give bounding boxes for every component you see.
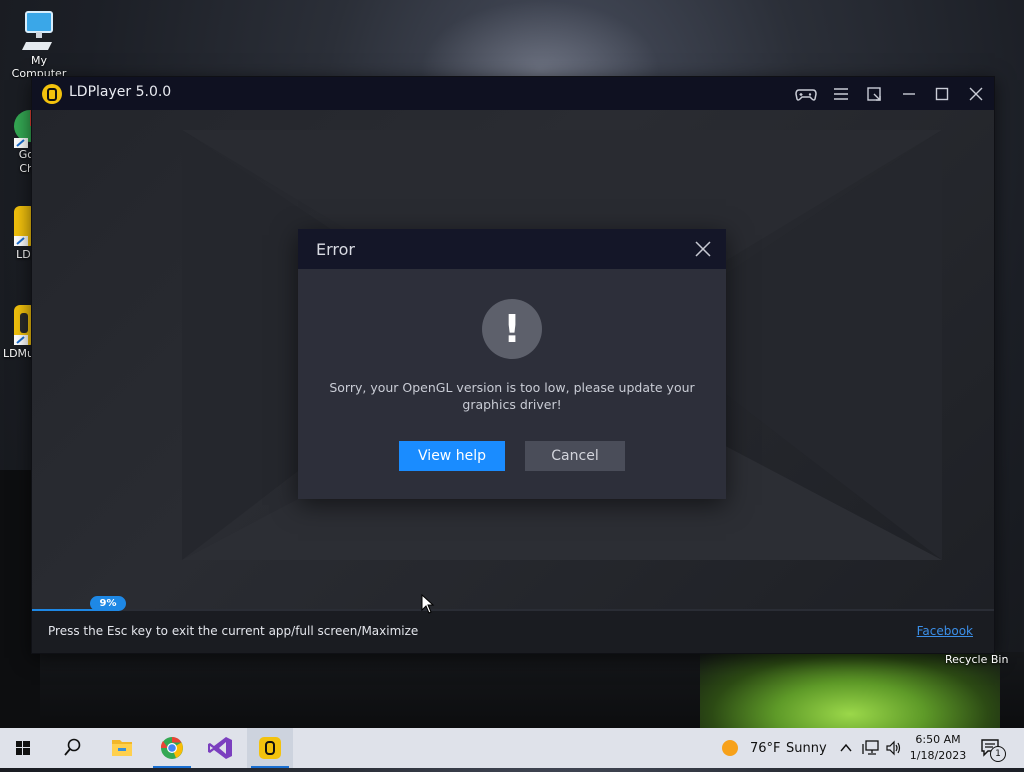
- exclamation-mark: !: [503, 307, 521, 351]
- taskbar-clock[interactable]: 6:50 AM 1/18/2023: [905, 732, 971, 764]
- ldplayer-icon: [0, 204, 36, 248]
- start-icon[interactable]: [0, 728, 46, 768]
- facebook-link[interactable]: Facebook: [917, 624, 973, 638]
- desktop-icon-label: Go Ch: [18, 148, 34, 175]
- window-titlebar[interactable]: LDPlayer 5.0.0: [32, 77, 994, 110]
- file-explorer-icon[interactable]: [99, 728, 145, 768]
- chrome-icon: [0, 106, 46, 148]
- ldmultiplayer-icon: [0, 303, 36, 347]
- visual-studio-icon[interactable]: [198, 728, 244, 768]
- chevron-up-icon[interactable]: [839, 741, 853, 755]
- esc-hint-text: Press the Esc key to exit the current ap…: [48, 624, 419, 638]
- error-dialog: Error ! Sorry, your OpenGL version is to…: [298, 229, 726, 499]
- volume-icon[interactable]: [885, 740, 903, 756]
- notification-center-icon[interactable]: 1: [980, 738, 1010, 762]
- desktop-icon-my-computer[interactable]: My Computer: [2, 8, 76, 80]
- network-icon[interactable]: [862, 740, 880, 756]
- desktop-icon-label: LDMu: [2, 347, 34, 360]
- dialog-close-icon[interactable]: [692, 238, 714, 260]
- resize-icon[interactable]: [861, 81, 887, 107]
- desktop-icon-chrome[interactable]: Go Ch: [0, 106, 46, 176]
- taskbar: 76°F Sunny 6:50 AM 1/18/2023 1: [0, 728, 1024, 768]
- mouse-cursor-icon: [421, 594, 435, 614]
- gamepad-icon[interactable]: [793, 81, 819, 107]
- minimize-icon[interactable]: [896, 81, 922, 107]
- desktop-icon-ldplayer[interactable]: LDI: [0, 204, 36, 261]
- close-icon[interactable]: [963, 81, 989, 107]
- window-title: LDPlayer 5.0.0: [69, 84, 172, 100]
- desktop-icon-recycle-bin[interactable]: Recycle Bin: [945, 653, 1008, 666]
- menu-icon[interactable]: [828, 81, 854, 107]
- ldplayer-logo-icon: [42, 84, 62, 104]
- clock-date: 1/18/2023: [909, 749, 967, 762]
- search-icon[interactable]: [49, 728, 95, 768]
- desktop-icon-ldmultiplayer[interactable]: LDMu: [0, 303, 36, 360]
- weather-condition[interactable]: Sunny: [786, 741, 827, 756]
- exclamation-icon: !: [482, 299, 542, 359]
- dialog-title: Error: [316, 240, 355, 259]
- weather-temperature[interactable]: 76°F: [750, 741, 781, 756]
- dialog-header[interactable]: Error: [298, 229, 726, 269]
- ldplayer-icon[interactable]: [247, 728, 293, 768]
- cancel-button[interactable]: Cancel: [525, 441, 625, 471]
- computer-icon: [22, 8, 56, 54]
- window-footer: Press the Esc key to exit the current ap…: [32, 611, 994, 653]
- clock-time: 6:50 AM: [915, 733, 961, 746]
- notification-count-badge: 1: [990, 746, 1006, 762]
- error-message: Sorry, your OpenGL version is too low, p…: [329, 380, 695, 412]
- loading-progress-label: 9%: [90, 596, 126, 611]
- desktop-icon-label: LDI: [16, 248, 34, 261]
- weather-sunny-icon: [722, 740, 738, 756]
- maximize-icon[interactable]: [929, 81, 955, 107]
- view-help-button[interactable]: View help: [399, 441, 505, 471]
- chrome-icon[interactable]: [149, 728, 195, 768]
